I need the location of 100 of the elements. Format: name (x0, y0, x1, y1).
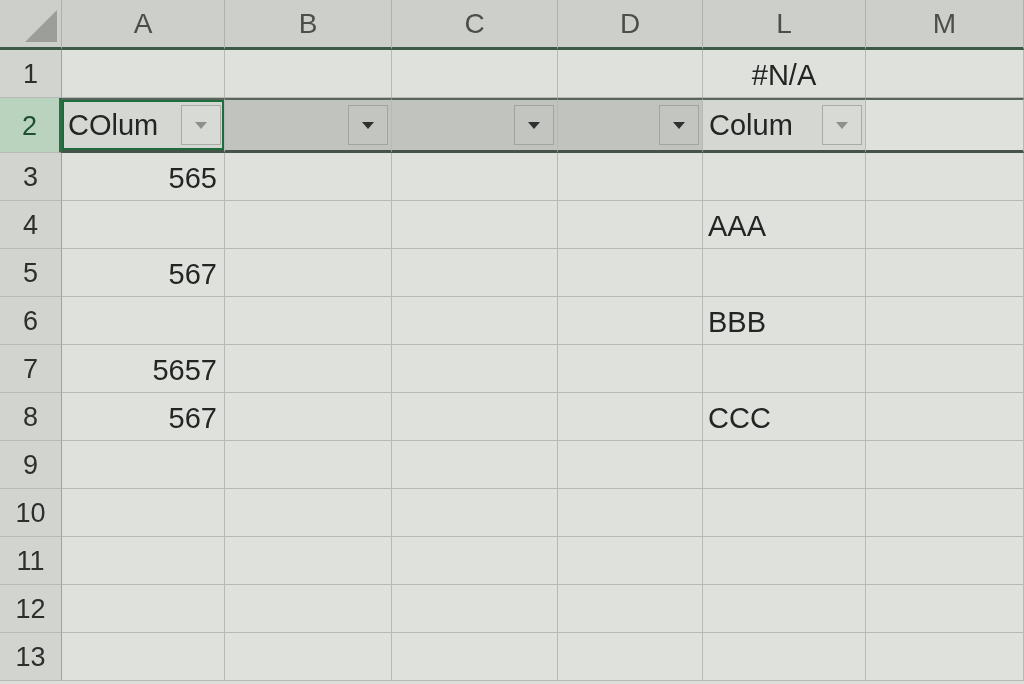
table-cell[interactable] (392, 50, 558, 98)
table-cell[interactable] (62, 633, 225, 681)
table-cell[interactable] (558, 537, 703, 585)
row-header[interactable]: 4 (0, 201, 62, 249)
table-cell[interactable] (703, 345, 866, 393)
table-cell[interactable] (558, 633, 703, 681)
table-header-cell[interactable]: Colum (703, 98, 866, 153)
table-cell[interactable] (558, 50, 703, 98)
table-cell[interactable] (225, 297, 392, 345)
row-header[interactable]: 11 (0, 537, 62, 585)
table-header-cell[interactable] (392, 98, 558, 153)
table-cell[interactable] (225, 441, 392, 489)
column-header[interactable]: L (703, 0, 866, 50)
table-cell[interactable]: BBB (703, 297, 866, 345)
table-cell[interactable] (392, 585, 558, 633)
table-cell[interactable] (62, 297, 225, 345)
table-cell[interactable] (866, 633, 1024, 681)
table-cell[interactable] (558, 297, 703, 345)
row-header[interactable]: 12 (0, 585, 62, 633)
table-cell[interactable] (392, 489, 558, 537)
table-cell[interactable] (225, 201, 392, 249)
table-cell[interactable] (225, 50, 392, 98)
column-header[interactable]: D (558, 0, 703, 50)
filter-button[interactable] (348, 105, 388, 145)
row-header[interactable]: 2 (0, 98, 62, 153)
column-header[interactable]: M (866, 0, 1024, 50)
table-cell[interactable] (558, 441, 703, 489)
row-header[interactable]: 8 (0, 393, 62, 441)
table-cell[interactable] (866, 249, 1024, 297)
table-cell[interactable] (62, 537, 225, 585)
column-header[interactable]: B (225, 0, 392, 50)
table-cell[interactable] (62, 201, 225, 249)
table-cell[interactable] (866, 98, 1024, 153)
table-cell[interactable] (225, 345, 392, 393)
row-header[interactable]: 9 (0, 441, 62, 489)
table-cell[interactable] (62, 441, 225, 489)
table-cell[interactable] (558, 201, 703, 249)
table-cell[interactable] (392, 153, 558, 201)
table-cell[interactable] (703, 585, 866, 633)
table-cell[interactable] (558, 249, 703, 297)
table-cell[interactable] (866, 441, 1024, 489)
table-cell[interactable]: #N/A (703, 50, 866, 98)
table-cell[interactable]: AAA (703, 201, 866, 249)
table-cell[interactable] (703, 153, 866, 201)
table-cell[interactable] (866, 201, 1024, 249)
table-cell[interactable] (558, 153, 703, 201)
table-cell[interactable] (225, 153, 392, 201)
table-cell[interactable] (392, 345, 558, 393)
table-cell[interactable] (392, 537, 558, 585)
table-cell[interactable] (392, 297, 558, 345)
row-header[interactable]: 6 (0, 297, 62, 345)
table-cell[interactable] (866, 153, 1024, 201)
table-cell[interactable] (558, 489, 703, 537)
column-header[interactable]: A (62, 0, 225, 50)
row-header[interactable]: 1 (0, 50, 62, 98)
table-cell[interactable] (703, 537, 866, 585)
table-cell[interactable] (558, 345, 703, 393)
column-header[interactable]: C (392, 0, 558, 50)
table-cell[interactable] (392, 393, 558, 441)
filter-button[interactable] (659, 105, 699, 145)
table-cell[interactable] (866, 537, 1024, 585)
table-cell[interactable] (62, 489, 225, 537)
table-cell[interactable] (558, 393, 703, 441)
table-cell[interactable]: 567 (62, 393, 225, 441)
filter-button[interactable] (514, 105, 554, 145)
table-cell[interactable] (62, 50, 225, 98)
row-header[interactable]: 3 (0, 153, 62, 201)
table-cell[interactable] (225, 489, 392, 537)
table-cell[interactable]: 5657 (62, 345, 225, 393)
table-cell[interactable] (703, 633, 866, 681)
table-cell[interactable] (62, 585, 225, 633)
table-cell[interactable] (866, 297, 1024, 345)
select-all-button[interactable] (0, 0, 62, 50)
table-cell[interactable] (392, 201, 558, 249)
table-cell[interactable] (392, 441, 558, 489)
table-cell[interactable] (866, 345, 1024, 393)
table-cell[interactable] (225, 249, 392, 297)
table-cell[interactable]: 567 (62, 249, 225, 297)
table-cell[interactable] (225, 393, 392, 441)
table-cell[interactable] (866, 489, 1024, 537)
table-cell[interactable] (703, 249, 866, 297)
table-cell[interactable] (703, 489, 866, 537)
row-header[interactable]: 13 (0, 633, 62, 681)
table-cell[interactable] (392, 633, 558, 681)
table-cell[interactable] (225, 585, 392, 633)
row-header[interactable]: 5 (0, 249, 62, 297)
table-cell[interactable] (392, 249, 558, 297)
row-header[interactable]: 10 (0, 489, 62, 537)
table-cell[interactable]: 565 (62, 153, 225, 201)
row-header[interactable]: 7 (0, 345, 62, 393)
table-header-cell[interactable] (558, 98, 703, 153)
table-header-cell[interactable] (225, 98, 392, 153)
table-cell[interactable] (866, 50, 1024, 98)
table-cell[interactable] (225, 537, 392, 585)
table-cell[interactable] (866, 393, 1024, 441)
table-cell[interactable] (703, 441, 866, 489)
table-cell[interactable] (558, 585, 703, 633)
table-cell[interactable] (225, 633, 392, 681)
table-header-cell[interactable]: COlum (62, 98, 225, 153)
table-cell[interactable]: CCC (703, 393, 866, 441)
